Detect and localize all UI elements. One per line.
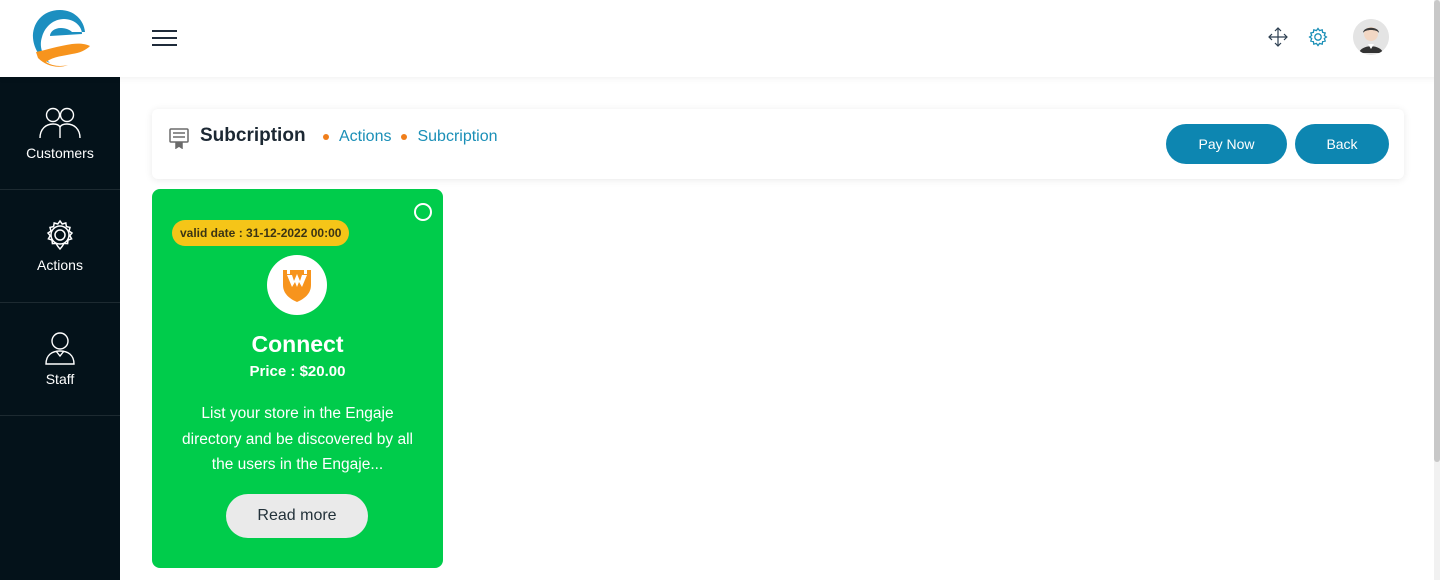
page-title: Subcription <box>200 125 306 146</box>
fullscreen-arrows-icon[interactable] <box>1267 26 1289 48</box>
hamburger-menu-icon[interactable] <box>152 29 178 47</box>
page-scrollbar-thumb[interactable] <box>1434 0 1440 462</box>
top-header <box>0 0 1440 77</box>
engaje-logo-icon[interactable] <box>28 6 92 70</box>
users-icon <box>39 107 81 139</box>
plan-description: List your store in the Engaje directory … <box>182 405 413 473</box>
plan-card[interactable]: valid date : 31-12-2022 00:00 Connect Pr… <box>152 189 443 568</box>
valid-date-badge: valid date : 31-12-2022 00:00 <box>172 220 350 246</box>
shield-crest-icon <box>283 270 311 302</box>
breadcrumb: Actions Subcription <box>313 128 498 146</box>
back-button[interactable]: Back <box>1295 124 1389 164</box>
breadcrumb-separator <box>401 134 408 140</box>
user-avatar-icon[interactable] <box>1353 19 1389 55</box>
page-header-card: Subcription Actions Subcription Pay Now … <box>152 109 1404 179</box>
sidebar: Customers Actions Staff <box>0 77 120 580</box>
sidebar-item-label: Actions <box>37 257 83 273</box>
sidebar-item-label: Staff <box>45 371 75 387</box>
sidebar-item-customers[interactable]: Customers <box>0 77 120 190</box>
certificate-icon <box>169 127 189 150</box>
plan-name: Connect <box>251 331 344 357</box>
sidebar-item-actions[interactable]: Actions <box>0 190 120 303</box>
breadcrumb-item-subcription[interactable]: Subcription <box>417 128 497 146</box>
breadcrumb-item-actions[interactable]: Actions <box>339 128 391 146</box>
sidebar-item-label: Customers <box>26 145 94 161</box>
plan-select-radio[interactable] <box>414 203 432 221</box>
gear-icon[interactable] <box>1307 26 1329 48</box>
plan-price: Price : $20.00 <box>249 363 346 380</box>
plan-logo <box>267 255 327 315</box>
gear-icon <box>46 219 74 251</box>
breadcrumb-separator <box>323 134 329 140</box>
pay-now-button[interactable]: Pay Now <box>1166 124 1287 164</box>
read-more-button[interactable]: Read more <box>226 494 368 538</box>
user-icon <box>45 332 75 365</box>
sidebar-item-staff[interactable]: Staff <box>0 303 120 416</box>
